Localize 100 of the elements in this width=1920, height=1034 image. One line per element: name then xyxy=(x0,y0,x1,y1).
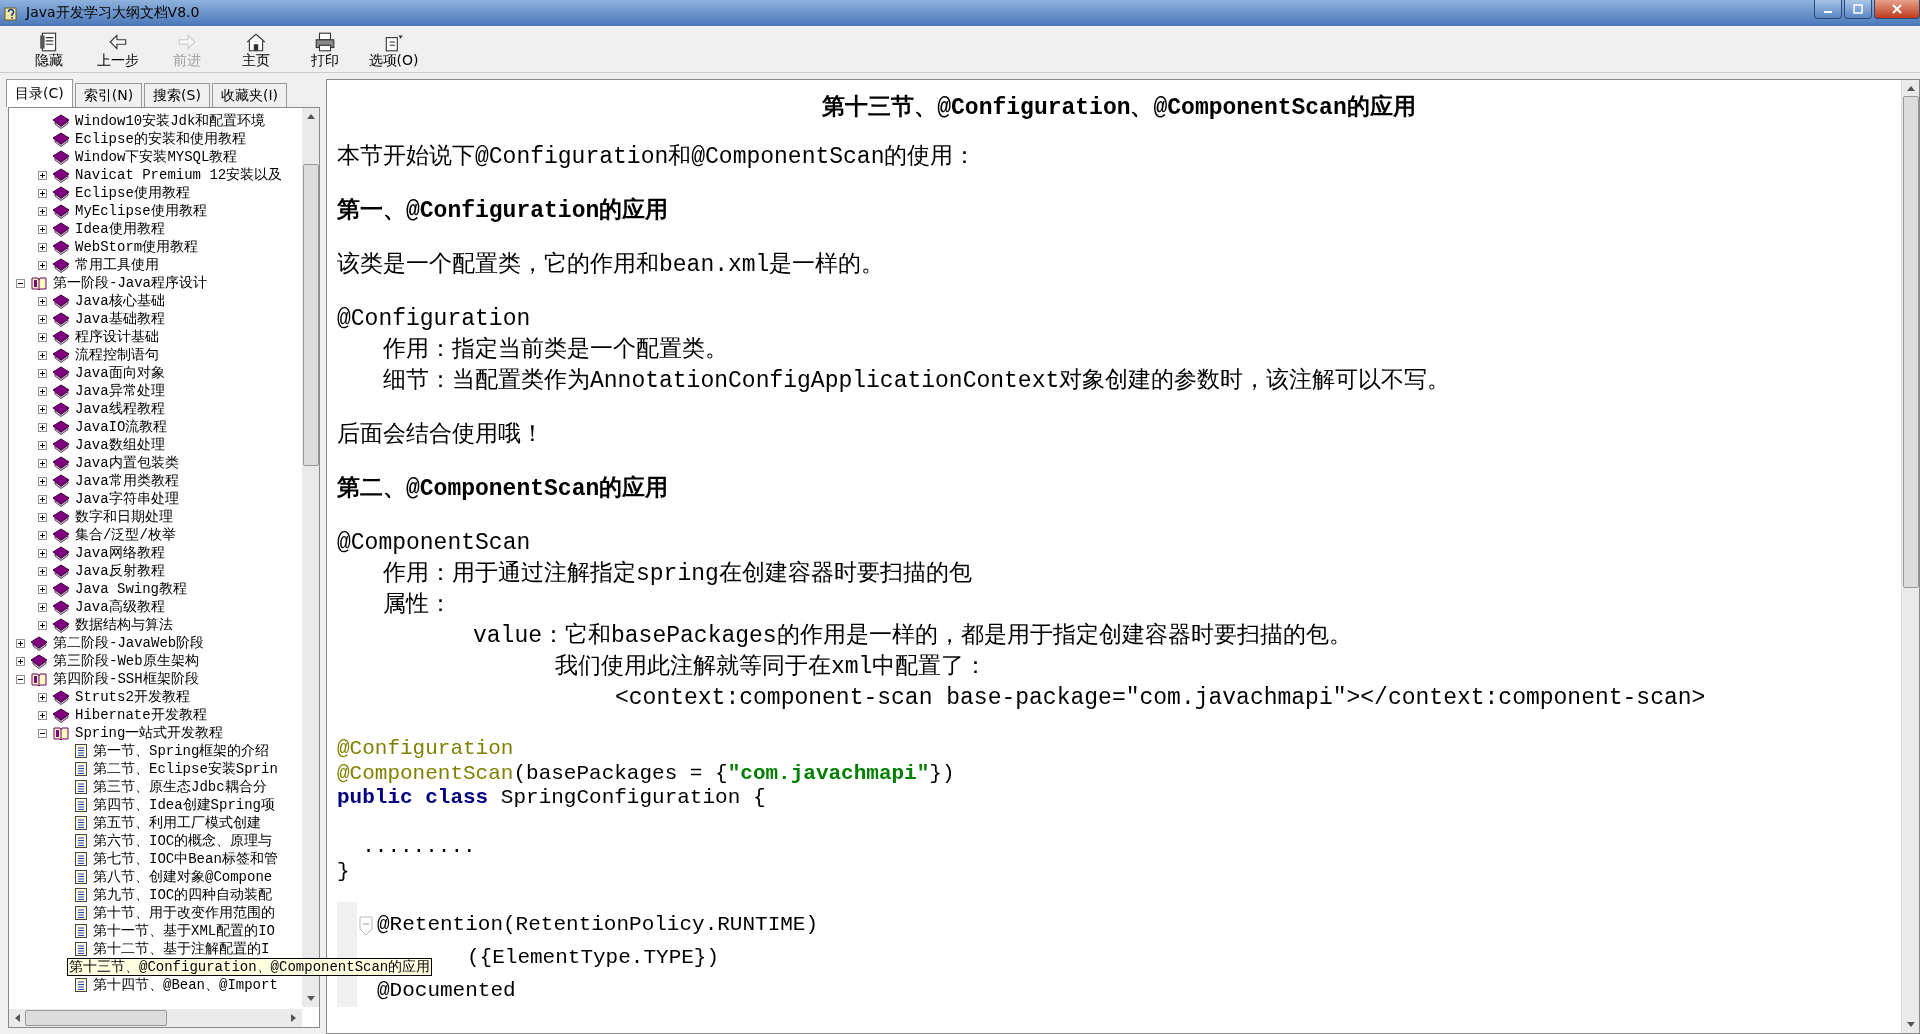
scroll-down-icon[interactable] xyxy=(1906,1022,1915,1028)
scroll-down-icon[interactable] xyxy=(306,996,315,1002)
tree-item[interactable]: 第三阶段-Web原生架构 xyxy=(52,653,200,669)
expand-toggle[interactable] xyxy=(37,368,48,378)
tree-item[interactable]: 第一节、Spring框架的介绍 xyxy=(92,743,271,759)
tree-item[interactable]: Hibernate开发教程 xyxy=(74,707,208,723)
collapse-toggle[interactable] xyxy=(15,278,26,288)
toolbar-button[interactable]: 隐藏 xyxy=(14,32,83,70)
toolbar-button[interactable]: 主页 xyxy=(221,32,290,70)
tree-item[interactable]: Eclipse的安装和使用教程 xyxy=(74,131,247,147)
tree-item[interactable]: Java常用类教程 xyxy=(74,473,180,489)
expand-toggle[interactable] xyxy=(37,458,48,468)
tree-item[interactable]: 第十二节、基于注解配置的I xyxy=(92,941,271,957)
tree-item[interactable]: 第七节、IOC中Bean标签和管 xyxy=(92,851,279,867)
tree-item[interactable]: Java网络教程 xyxy=(74,545,166,561)
tree-item[interactable]: Java线程教程 xyxy=(74,401,166,417)
expand-toggle[interactable] xyxy=(37,566,48,576)
expand-toggle[interactable] xyxy=(37,296,48,306)
tree-item[interactable]: Spring一站式开发教程 xyxy=(74,725,225,741)
tree-item[interactable]: Java面向对象 xyxy=(74,365,166,381)
toolbar-button[interactable]: 上一步 xyxy=(83,32,152,70)
expand-toggle[interactable] xyxy=(37,512,48,522)
sidebar-tab[interactable]: 索引(N) xyxy=(74,83,143,107)
tree-item[interactable]: 数字和日期处理 xyxy=(74,509,174,525)
scroll-left-icon[interactable] xyxy=(14,1014,20,1022)
scroll-right-icon[interactable] xyxy=(291,1014,297,1022)
expand-toggle[interactable] xyxy=(37,440,48,450)
expand-toggle[interactable] xyxy=(37,242,48,252)
tree-item[interactable]: 流程控制语句 xyxy=(74,347,160,363)
tree-item[interactable]: 第十一节、基于XML配置的IO xyxy=(92,923,276,939)
tree-item[interactable]: 集合/泛型/枚举 xyxy=(74,527,177,543)
collapse-toggle[interactable] xyxy=(37,728,48,738)
expand-toggle[interactable] xyxy=(37,188,48,198)
expand-toggle[interactable] xyxy=(37,332,48,342)
tree-item[interactable]: Idea使用教程 xyxy=(74,221,166,237)
content-scrollbar[interactable] xyxy=(1901,80,1919,1033)
tree-item[interactable]: 常用工具使用 xyxy=(74,257,160,273)
tree-item[interactable]: Window10安装Jdk和配置环境 xyxy=(74,113,267,129)
expand-toggle[interactable] xyxy=(37,602,48,612)
sidebar-tab[interactable]: 搜索(S) xyxy=(144,83,210,107)
tree-item[interactable]: Java反射教程 xyxy=(74,563,166,579)
tree-item[interactable]: 第一阶段-Java程序设计 xyxy=(52,275,208,291)
expand-toggle[interactable] xyxy=(37,620,48,630)
scroll-up-icon[interactable] xyxy=(1906,85,1915,91)
maximize-button[interactable] xyxy=(1844,0,1872,19)
expand-toggle[interactable] xyxy=(37,314,48,324)
sidebar-tab[interactable]: 收藏夹(I) xyxy=(211,83,287,107)
toolbar-button[interactable]: 选项(O) xyxy=(359,32,428,70)
tree-item[interactable]: WebStorm使用教程 xyxy=(74,239,200,255)
tree-item[interactable]: 第三节、原生态Jdbc耦合分 xyxy=(92,779,268,795)
toolbar-button[interactable]: 打印 xyxy=(290,32,359,70)
expand-toggle[interactable] xyxy=(37,692,48,702)
close-button[interactable] xyxy=(1874,0,1920,19)
tree-item[interactable]: 第十三节、@Configuration、@ComponentScan的应用 xyxy=(67,958,433,976)
expand-toggle[interactable] xyxy=(37,386,48,396)
tree-item[interactable]: 第二阶段-JavaWeb阶段 xyxy=(52,635,206,651)
tree-item[interactable]: Java内置包装类 xyxy=(74,455,180,471)
expand-toggle[interactable] xyxy=(37,476,48,486)
tree-item[interactable]: 第四阶段-SSH框架阶段 xyxy=(52,671,200,687)
minimize-button[interactable] xyxy=(1814,0,1842,19)
tree-item[interactable]: 程序设计基础 xyxy=(74,329,160,345)
expand-toggle[interactable] xyxy=(37,224,48,234)
expand-toggle[interactable] xyxy=(37,710,48,720)
tree-item[interactable]: 第六节、IOC的概念、原理与 xyxy=(92,833,274,849)
expand-toggle[interactable] xyxy=(37,494,48,504)
tree-item[interactable]: 数据结构与算法 xyxy=(74,617,174,633)
tree-item[interactable]: 第十四节、@Bean、@Import xyxy=(92,977,279,993)
scroll-up-icon[interactable] xyxy=(306,113,315,119)
expand-toggle[interactable] xyxy=(15,638,26,648)
expand-toggle[interactable] xyxy=(37,584,48,594)
tree-item[interactable]: Java Swing教程 xyxy=(74,581,188,597)
collapse-toggle[interactable] xyxy=(15,674,26,684)
tree-item[interactable]: 第五节、利用工厂模式创建 xyxy=(92,815,262,831)
tree-item[interactable]: 第十节、用于改变作用范围的 xyxy=(92,905,276,921)
tree-item[interactable]: Eclipse使用教程 xyxy=(74,185,191,201)
tree-item[interactable]: Java数组处理 xyxy=(74,437,166,453)
tree-item[interactable]: Java字符串处理 xyxy=(74,491,180,507)
expand-toggle[interactable] xyxy=(37,260,48,270)
tree-item[interactable]: Java高级教程 xyxy=(74,599,166,615)
expand-toggle[interactable] xyxy=(37,548,48,558)
tree-horizontal-scrollbar[interactable] xyxy=(9,1009,302,1027)
tree-item[interactable]: Navicat Premium 12安装以及 xyxy=(74,167,284,183)
tree-item[interactable]: Java基础教程 xyxy=(74,311,166,327)
expand-toggle[interactable] xyxy=(37,404,48,414)
tree-item[interactable]: Java核心基础 xyxy=(74,293,166,309)
expand-toggle[interactable] xyxy=(37,530,48,540)
expand-toggle[interactable] xyxy=(15,656,26,666)
tree-item[interactable]: Window下安装MYSQL教程 xyxy=(74,149,239,165)
tree-item[interactable]: Java异常处理 xyxy=(74,383,166,399)
tree-item[interactable]: JavaIO流教程 xyxy=(74,419,169,435)
tree-item[interactable]: 第九节、IOC的四种自动装配 xyxy=(92,887,274,903)
tree-item[interactable]: 第八节、创建对象@Compone xyxy=(92,869,274,885)
tree-item[interactable]: Struts2开发教程 xyxy=(74,689,191,705)
tree-item[interactable]: 第二节、Eclipse安装Sprin xyxy=(92,761,279,777)
tree-item[interactable]: MyEclipse使用教程 xyxy=(74,203,208,219)
expand-toggle[interactable] xyxy=(37,206,48,216)
tree-item[interactable]: 第四节、Idea创建Spring项 xyxy=(92,797,276,813)
sidebar-tab[interactable]: 目录(C) xyxy=(6,79,73,107)
expand-toggle[interactable] xyxy=(37,170,48,180)
expand-toggle[interactable] xyxy=(37,350,48,360)
